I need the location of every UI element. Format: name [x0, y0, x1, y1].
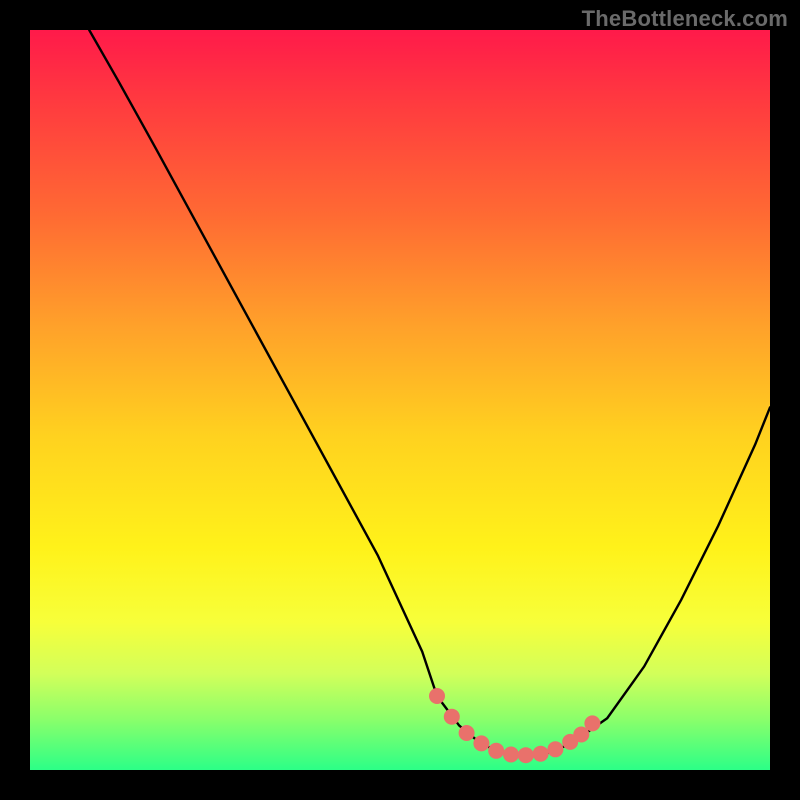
highlight-dot: [533, 746, 549, 762]
highlight-dot: [503, 747, 519, 763]
bottleneck-curve: [89, 30, 770, 755]
highlight-dots: [429, 688, 600, 763]
highlight-dot: [444, 709, 460, 725]
highlight-dot: [488, 743, 504, 759]
highlight-dot: [584, 715, 600, 731]
plot-area: [30, 30, 770, 770]
watermark-text: TheBottleneck.com: [582, 6, 788, 32]
curve-layer: [30, 30, 770, 770]
highlight-dot: [518, 747, 534, 763]
highlight-dot: [429, 688, 445, 704]
chart-frame: TheBottleneck.com: [0, 0, 800, 800]
highlight-dot: [547, 741, 563, 757]
highlight-dot: [459, 725, 475, 741]
highlight-dot: [473, 735, 489, 751]
